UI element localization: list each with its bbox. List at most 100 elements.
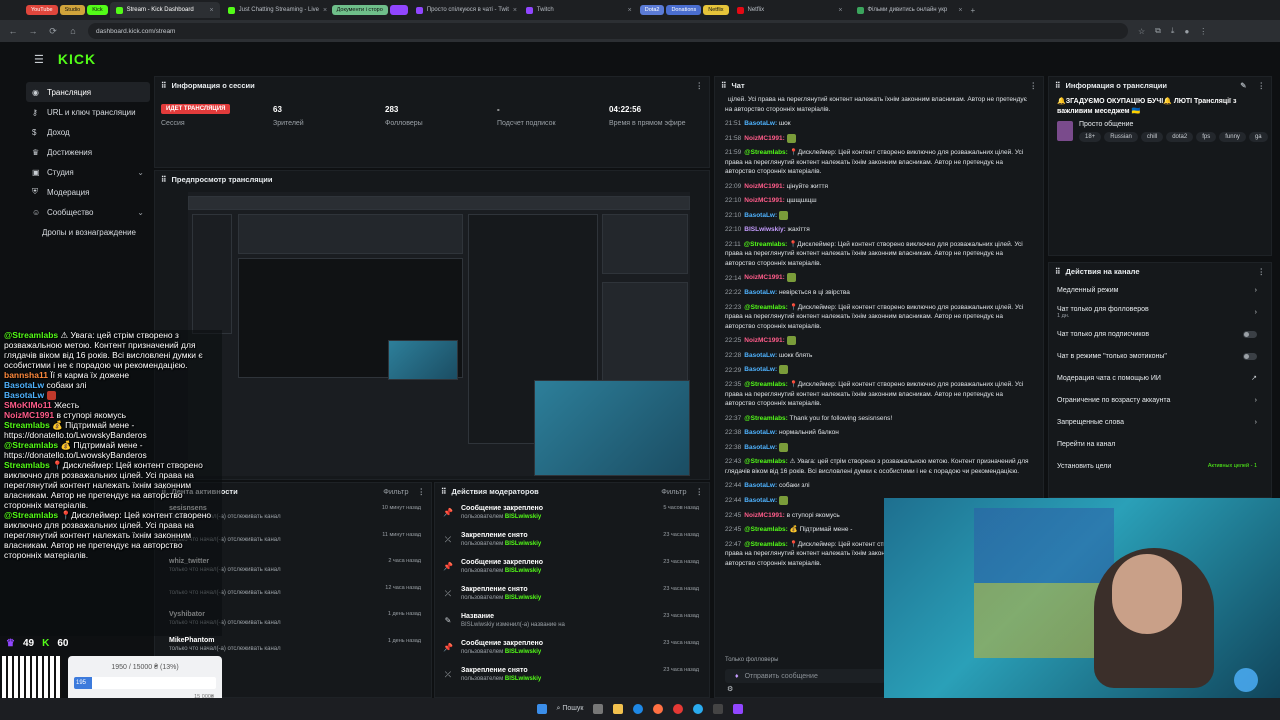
mod-action-row[interactable]: ✎ Название BISLwiwskiy изменил(-а) названи… [435, 607, 709, 634]
stream-tag[interactable]: fps [1196, 132, 1217, 142]
chat-message[interactable]: 22:29 BasotaLw: [725, 365, 1033, 375]
taskbar-search[interactable]: ⌕ Пошук [557, 705, 584, 713]
bookmark-chip[interactable]: Netflix [703, 5, 729, 15]
edit-icon[interactable]: ✎ [1240, 81, 1246, 90]
chat-username[interactable]: NoizMC1991: [744, 275, 784, 282]
chat-message[interactable]: 22:35 @Streamlabs: 📍Дисклеймер: Цей конте… [725, 380, 1033, 409]
tab-twitch-chat[interactable]: Просто спілкуюся в чаті - Twit × [410, 2, 518, 18]
drag-handle-icon[interactable]: ⠿ [1055, 267, 1061, 276]
tab-twitch[interactable]: Twitch × [520, 2, 638, 18]
chat-settings-icon[interactable]: ⚙ [727, 685, 733, 693]
more-options-icon[interactable]: ⋮ [1258, 81, 1266, 90]
chat-message[interactable]: 22:38 BasotaLw: [725, 442, 1033, 453]
drag-handle-icon[interactable]: ⠿ [1055, 81, 1061, 90]
bookmark-chip[interactable]: Документи і сторо [331, 5, 388, 15]
channel-action-item[interactable]: Чат только для подписчиков [1049, 323, 1271, 345]
mod-action-user[interactable]: BISLwiwskiy [505, 568, 541, 574]
file-explorer-icon[interactable] [613, 704, 624, 714]
windows-start-icon[interactable] [536, 704, 547, 714]
toggle-switch[interactable] [1243, 352, 1257, 360]
mod-action-user[interactable]: BISLwiwskiy [505, 541, 541, 547]
channel-action-item[interactable]: Чат только для фолловеров 1 дн. › [1049, 301, 1271, 323]
chrome-icon[interactable] [673, 704, 684, 714]
chat-username[interactable]: BasotaLw: [744, 120, 777, 127]
steam-icon[interactable] [713, 704, 724, 714]
download-icon[interactable]: ⤓ [1171, 26, 1175, 36]
chat-username[interactable]: BasotaLw: [744, 212, 777, 219]
new-tab-icon[interactable]: + [971, 6, 976, 15]
chat-message[interactable]: 22:38 BasotaLw: нормальний балкон [725, 428, 1033, 438]
chat-message[interactable]: 22:11 @Streamlabs: 📍Дисклеймер: Цей конте… [725, 240, 1033, 269]
bookmark-chip[interactable]: Donations [666, 5, 702, 15]
close-tab-icon[interactable]: × [513, 7, 517, 14]
more-options-icon[interactable]: ⋮ [418, 487, 426, 496]
stream-tag[interactable]: 18+ [1079, 132, 1102, 142]
stream-tag[interactable]: Russian [1104, 132, 1138, 142]
mod-action-user[interactable]: BISLwiwskiy [505, 676, 541, 682]
mod-action-row[interactable]: ⤫ Закрепление снято пользователем BISLwiws… [435, 526, 709, 553]
chat-username[interactable]: BasotaLw: [744, 482, 777, 489]
close-tab-icon[interactable]: × [628, 7, 632, 14]
chat-message[interactable]: 22:10 NoizMC1991: цшщшщш [725, 196, 1033, 206]
activity-username[interactable]: MikePhantom [169, 637, 421, 644]
firefox-icon[interactable] [653, 704, 664, 714]
chat-username[interactable]: @Streamlabs: [744, 415, 788, 422]
chat-username[interactable]: @Streamlabs: [744, 458, 788, 465]
reload-icon[interactable]: ⟳ [48, 26, 58, 37]
mod-action-row[interactable]: 📌 Сообщение закреплено пользователем BISLw… [435, 499, 709, 526]
chat-message[interactable]: 22:28 BasotaLw: шокк блять [725, 351, 1033, 361]
chat-username[interactable]: @Streamlabs: [744, 381, 788, 388]
sidebar-item-community[interactable]: ☺ Сообщество ⌄ [26, 202, 150, 222]
mod-action-row[interactable]: 📌 Сообщение закреплено пользователем BISLw… [435, 634, 709, 661]
mod-action-user[interactable]: BISLwiwskiy [505, 649, 541, 655]
tab-kick-dashboard[interactable]: Stream - Kick Dashboard × [109, 2, 220, 18]
chat-message[interactable]: 21:51 BasotaLw: шок [725, 119, 1033, 129]
chat-message[interactable]: 22:22 BasotaLw: невірється в ці звірства [725, 288, 1033, 298]
bookmark-chip[interactable]: YouTube [26, 5, 58, 15]
telegram-icon[interactable] [693, 704, 704, 714]
stream-preview-video[interactable] [188, 192, 690, 476]
chat-username[interactable]: NoizMC1991: [744, 337, 784, 344]
chat-username[interactable]: BasotaLw: [744, 444, 777, 451]
sidebar-item-achievements[interactable]: ♛ Достижения [26, 142, 150, 162]
chat-username[interactable]: NoizMC1991: [744, 135, 784, 142]
more-options-icon[interactable]: ⋮ [696, 81, 704, 90]
obs-icon[interactable] [733, 704, 744, 714]
channel-action-item[interactable]: Перейти на канал [1049, 433, 1271, 455]
close-tab-icon[interactable]: × [838, 7, 842, 14]
chat-username[interactable]: BasotaLw: [744, 429, 777, 436]
chat-username[interactable]: BISLwiwskiy: [744, 226, 786, 233]
kick-logo[interactable]: KICK [58, 51, 96, 67]
more-options-icon[interactable]: ⋮ [696, 487, 704, 496]
chat-message[interactable]: 21:59 @Streamlabs: 📍Дисклеймер: Цей конте… [725, 148, 1033, 177]
stream-tag[interactable]: dota2 [1166, 132, 1194, 142]
stream-tag[interactable]: funny [1219, 132, 1246, 142]
mod-action-row[interactable]: ⤫ Закрепление снято пользователем BISLwiws… [435, 661, 709, 688]
close-tab-icon[interactable]: × [958, 7, 962, 14]
profile-icon[interactable]: ● [1184, 27, 1189, 36]
chat-username[interactable]: BasotaLw: [744, 352, 777, 359]
emote-icon[interactable]: ♦ [735, 673, 739, 680]
drag-handle-icon[interactable]: ⠿ [161, 81, 167, 90]
chat-message[interactable]: цілей. Усі права на переглянутий контент… [725, 95, 1033, 114]
chat-message[interactable]: 21:58 NoizMC1991: [725, 133, 1033, 144]
channel-action-item[interactable]: Установить цели Активных целей - 1 [1049, 455, 1271, 477]
channel-action-item[interactable]: Ограничение по возрасту аккаунта › [1049, 389, 1271, 411]
bookmark-chip[interactable]: Kick [87, 5, 108, 15]
close-tab-icon[interactable]: × [323, 7, 327, 14]
sidebar-item-income[interactable]: $ Доход [26, 122, 150, 142]
forward-arrow-icon[interactable]: → [28, 26, 38, 36]
more-options-icon[interactable]: ⋮ [1258, 267, 1266, 276]
close-tab-icon[interactable]: × [210, 7, 214, 14]
chat-username[interactable]: NoizMC1991: [744, 183, 784, 190]
chat-message[interactable]: 22:25 NoizMC1991: [725, 336, 1033, 346]
chat-username[interactable]: @Streamlabs: [744, 149, 788, 156]
chat-message[interactable]: 22:44 BasotaLw: собаки злі [725, 481, 1033, 491]
bookmark-chip[interactable]: Dota2 [639, 5, 665, 15]
chat-username[interactable]: @Streamlabs: [744, 241, 788, 248]
tab-netflix[interactable]: Netflix × [731, 2, 849, 18]
chat-username[interactable]: BasotaLw: [744, 367, 777, 374]
tab-films[interactable]: Фільми дивитись онлайн укр × [851, 2, 969, 18]
mod-action-row[interactable]: ⤫ Закрепление снято пользователем BISLwiws… [435, 580, 709, 607]
chat-message[interactable]: 22:37 @Streamlabs: Thank you for followin… [725, 414, 1033, 424]
